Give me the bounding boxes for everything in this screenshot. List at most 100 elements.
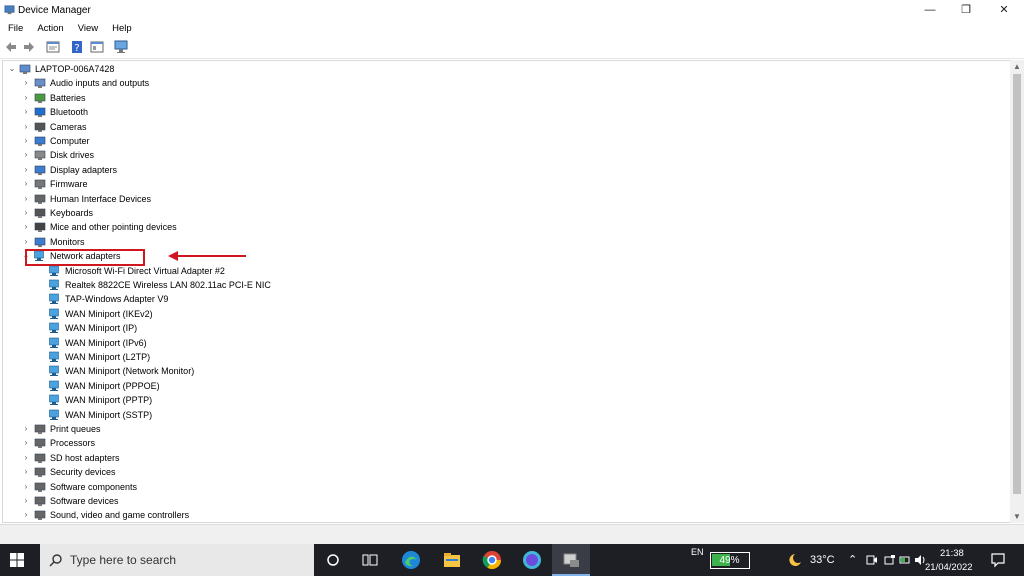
device-category-icon <box>34 438 46 448</box>
annotation-arrow-icon <box>168 251 246 261</box>
tree-category-label: Cameras <box>50 122 87 132</box>
edge-icon[interactable] <box>401 550 421 570</box>
expand-chevron-icon[interactable]: › <box>21 422 31 436</box>
taskbar: Type here to search EN 49% 33°C ⌃ 21:38 … <box>0 544 1024 576</box>
tree-device-label: Microsoft Wi-Fi Direct Virtual Adapter #… <box>65 266 225 276</box>
help-icon[interactable]: ? <box>70 40 84 54</box>
annotation-highlight-box <box>25 249 145 266</box>
back-arrow-icon[interactable] <box>4 40 18 54</box>
expand-chevron-icon[interactable]: › <box>21 148 31 162</box>
tree-device-label: WAN Miniport (PPPOE) <box>65 381 160 391</box>
view-panel-icon[interactable] <box>90 40 104 54</box>
scan-hardware-icon[interactable] <box>114 40 128 54</box>
notification-center-icon[interactable] <box>990 552 1006 568</box>
expand-chevron-icon[interactable]: › <box>21 220 31 234</box>
tree-device-label: TAP-Windows Adapter V9 <box>65 294 169 304</box>
language-indicator[interactable]: EN <box>691 547 704 576</box>
expand-chevron-icon[interactable]: › <box>21 508 31 522</box>
network-icon[interactable] <box>884 554 896 566</box>
canva-icon[interactable] <box>522 550 542 570</box>
tree-device-label: WAN Miniport (IPv6) <box>65 338 147 348</box>
tree-category-label: Display adapters <box>50 165 118 175</box>
meet-now-icon[interactable] <box>866 554 878 566</box>
network-adapter-icon <box>49 293 59 304</box>
tree-device-label: WAN Miniport (IP) <box>65 323 138 333</box>
tree-category-label: Processors <box>50 438 96 448</box>
menu-view[interactable]: View <box>70 20 104 34</box>
tree-category-label: Software devices <box>50 496 119 506</box>
tree-category-label: Mice and other pointing devices <box>50 222 177 232</box>
expand-chevron-icon[interactable]: › <box>21 163 31 177</box>
minimize-button[interactable]: — <box>912 0 948 20</box>
expand-chevron-icon[interactable]: › <box>21 177 31 191</box>
tree-device-label: WAN Miniport (L2TP) <box>65 352 151 362</box>
computer-icon <box>19 64 31 74</box>
battery-indicator[interactable]: 49% <box>710 552 750 569</box>
expand-chevron-icon[interactable]: › <box>21 192 31 206</box>
weather-moon-icon[interactable] <box>786 553 802 567</box>
device-category-icon <box>34 165 46 175</box>
tree-category-label: Human Interface Devices <box>50 194 152 204</box>
expand-chevron-icon[interactable]: › <box>21 451 31 465</box>
expand-chevron-icon[interactable]: › <box>21 91 31 105</box>
network-adapter-icon <box>49 322 59 333</box>
expand-chevron-icon[interactable]: › <box>21 206 31 220</box>
device-category-icon <box>34 93 46 103</box>
tree-category-label: Bluetooth <box>50 107 89 117</box>
expand-chevron-icon[interactable]: › <box>21 76 31 90</box>
file-explorer-icon[interactable] <box>442 550 462 570</box>
tree-device-label: Realtek 8822CE Wireless LAN 802.11ac PCI… <box>65 280 271 290</box>
scrollbar-thumb[interactable] <box>1013 74 1021 494</box>
device-category-icon <box>34 78 46 88</box>
scroll-down-icon[interactable]: ▼ <box>1013 512 1021 521</box>
tree-category-label: Audio inputs and outputs <box>50 78 150 88</box>
expand-chevron-icon[interactable]: › <box>21 465 31 479</box>
restore-button[interactable]: ❐ <box>948 0 984 20</box>
menu-help[interactable]: Help <box>104 20 138 34</box>
collapse-chevron-icon[interactable]: ⌄ <box>7 62 17 76</box>
device-category-icon <box>34 467 46 477</box>
expand-chevron-icon[interactable]: › <box>21 436 31 450</box>
expand-chevron-icon[interactable]: › <box>21 235 31 249</box>
tree-root-label: LAPTOP-006A7428 <box>35 64 115 74</box>
network-adapter-icon <box>49 351 59 362</box>
tree-category-label: Batteries <box>50 93 86 103</box>
close-button[interactable]: ✕ <box>986 0 1022 20</box>
cortana-icon[interactable] <box>326 553 340 567</box>
windows-start-icon[interactable] <box>10 553 24 567</box>
network-adapter-icon <box>49 365 59 376</box>
properties-icon[interactable] <box>46 40 60 54</box>
tree-category-label: SD host adapters <box>50 453 120 463</box>
forward-arrow-icon[interactable] <box>22 40 36 54</box>
chrome-icon[interactable] <box>482 550 502 570</box>
device-category-icon <box>34 208 46 218</box>
task-view-icon[interactable] <box>362 553 378 567</box>
expand-chevron-icon[interactable]: › <box>21 120 31 134</box>
weather-temperature[interactable]: 33°C <box>810 554 835 576</box>
tree-category-label: Monitors <box>50 237 85 247</box>
tree-category-label: Print queues <box>50 424 101 434</box>
expand-chevron-icon[interactable]: › <box>21 480 31 494</box>
scroll-up-icon[interactable]: ▲ <box>1013 62 1021 71</box>
battery-tray-icon[interactable] <box>899 554 911 566</box>
tree-device-label: WAN Miniport (PPTP) <box>65 395 153 405</box>
show-hidden-icons-chevron-icon[interactable]: ⌃ <box>848 553 857 576</box>
network-adapter-icon <box>49 409 59 420</box>
tree-category-label: Disk drives <box>50 150 95 160</box>
device-category-icon <box>34 122 46 132</box>
expand-chevron-icon[interactable]: › <box>21 105 31 119</box>
device-category-icon <box>34 136 46 146</box>
menu-action[interactable]: Action <box>29 20 69 34</box>
menu-file[interactable]: File <box>0 20 29 34</box>
device-manager-taskbar-button[interactable] <box>552 544 590 576</box>
expand-chevron-icon[interactable]: › <box>21 134 31 148</box>
network-adapter-icon <box>49 337 59 348</box>
tree-category-label: Software components <box>50 482 138 492</box>
vertical-scrollbar[interactable]: ▲ ▼ <box>1010 60 1024 523</box>
device-category-icon <box>34 222 46 232</box>
clock-date[interactable]: 21/04/2022 <box>925 562 973 576</box>
device-category-icon <box>34 150 46 160</box>
search-box[interactable]: Type here to search <box>40 544 314 576</box>
expand-chevron-icon[interactable]: › <box>21 494 31 508</box>
tree-category-label: Computer <box>50 136 90 146</box>
